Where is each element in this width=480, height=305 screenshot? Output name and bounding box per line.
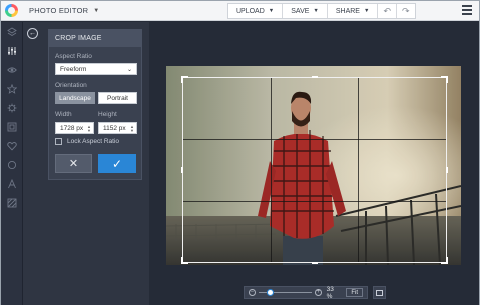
orientation-landscape-button[interactable]: Landscape	[55, 92, 95, 104]
tool-sidebar	[1, 22, 23, 305]
sliders-icon[interactable]	[1, 41, 23, 60]
caret-down-icon: ▼	[268, 8, 275, 14]
save-button[interactable]: SAVE ▼	[283, 4, 328, 18]
caret-down-icon: ▼	[313, 8, 319, 14]
grid-line	[183, 139, 446, 141]
height-input[interactable]: 1152 px ▲ ▼	[98, 122, 137, 134]
chevron-down-icon: ⌄	[126, 66, 132, 73]
save-label: SAVE	[291, 7, 310, 15]
crop-handle-top[interactable]	[311, 76, 318, 78]
star-icon[interactable]	[1, 79, 23, 98]
app-logo	[1, 1, 21, 21]
upload-label: UPLOAD	[236, 7, 265, 15]
caret-down-icon: ▼	[363, 8, 370, 14]
grid-line	[270, 78, 272, 262]
caret-down-icon: ▼	[93, 7, 100, 14]
gear-icon[interactable]	[1, 98, 23, 117]
lock-aspect-ratio-label: Lock Aspect Ratio	[67, 138, 120, 145]
share-button[interactable]: SHARE ▼	[328, 4, 379, 18]
crop-handle-left[interactable]	[181, 167, 183, 173]
crop-panel-title: CROP IMAGE	[49, 30, 141, 47]
crop-handle-top-left[interactable]	[181, 76, 188, 83]
back-arrow-icon[interactable]: ←	[27, 28, 38, 39]
text-icon[interactable]	[1, 174, 23, 193]
undo-icon[interactable]: ↶	[378, 4, 397, 18]
zoom-in-icon[interactable]: +	[315, 289, 322, 296]
eye-icon[interactable]	[1, 60, 23, 79]
crop-handle-top-right[interactable]	[441, 76, 448, 83]
heart-icon[interactable]	[1, 136, 23, 155]
grid-line	[358, 78, 360, 262]
crop-handle-bottom-right[interactable]	[441, 257, 448, 264]
redo-icon[interactable]: ↷	[397, 4, 415, 18]
width-value: 1728 px	[60, 124, 84, 132]
editor-canvas[interactable]	[149, 22, 479, 305]
texture-icon[interactable]	[1, 193, 23, 212]
height-label: Height	[98, 111, 117, 118]
app-title-menu[interactable]: PHOTO EDITOR ▼	[29, 6, 99, 15]
zoom-bar: − + 33 % Fit	[244, 285, 368, 300]
app-window: PHOTO EDITOR ▼ UPLOAD ▼ SAVE ▼ SHARE ▼ ↶…	[0, 0, 480, 305]
zoom-out-icon[interactable]: −	[249, 289, 256, 296]
close-icon: ✕	[68, 158, 79, 170]
zoom-value: 33 %	[326, 285, 334, 300]
fit-button[interactable]: Fit	[346, 288, 364, 297]
width-label: Width	[55, 111, 72, 118]
fullscreen-icon[interactable]	[373, 286, 386, 299]
hamburger-icon[interactable]	[462, 5, 472, 15]
checkmark-icon: ✓	[111, 156, 123, 171]
aspect-ratio-select[interactable]: Freeform ⌄	[55, 63, 137, 75]
circle-icon[interactable]	[1, 155, 23, 174]
frame-icon[interactable]	[1, 117, 23, 136]
crop-selection-frame[interactable]	[181, 76, 448, 264]
crop-handle-bottom[interactable]	[311, 262, 318, 264]
stepper-icon[interactable]: ▲ ▼	[130, 125, 134, 133]
orientation-portrait-button[interactable]: Portrait	[98, 92, 137, 104]
aspect-ratio-value: Freeform	[60, 65, 87, 73]
cancel-crop-button[interactable]: ✕	[55, 154, 92, 173]
grid-line	[183, 200, 446, 202]
crop-panel: CROP IMAGE Aspect Ratio Freeform ⌄ Orien…	[48, 29, 142, 180]
crop-handle-bottom-left[interactable]	[181, 257, 188, 264]
app-title: PHOTO EDITOR	[29, 6, 89, 15]
zoom-slider-handle[interactable]	[266, 289, 274, 296]
zoom-slider[interactable]	[258, 289, 313, 296]
top-action-group: UPLOAD ▼ SAVE ▼ SHARE ▼ ↶ ↷	[227, 3, 416, 19]
stepper-icon[interactable]: ▲ ▼	[87, 125, 91, 133]
apply-crop-button[interactable]: ✓	[98, 154, 136, 173]
top-bar: PHOTO EDITOR ▼ UPLOAD ▼ SAVE ▼ SHARE ▼ ↶…	[1, 1, 479, 21]
layers-icon[interactable]	[1, 22, 23, 41]
lock-aspect-ratio-row[interactable]: Lock Aspect Ratio	[55, 138, 119, 145]
width-input[interactable]: 1728 px ▲ ▼	[55, 122, 94, 134]
height-value: 1152 px	[103, 124, 126, 132]
lock-aspect-ratio-checkbox[interactable]	[55, 138, 62, 145]
orientation-label: Orientation	[55, 82, 87, 89]
share-label: SHARE	[335, 7, 360, 15]
aspect-ratio-label: Aspect Ratio	[55, 53, 92, 60]
crop-handle-right[interactable]	[446, 167, 448, 173]
upload-button[interactable]: UPLOAD ▼	[228, 4, 284, 18]
